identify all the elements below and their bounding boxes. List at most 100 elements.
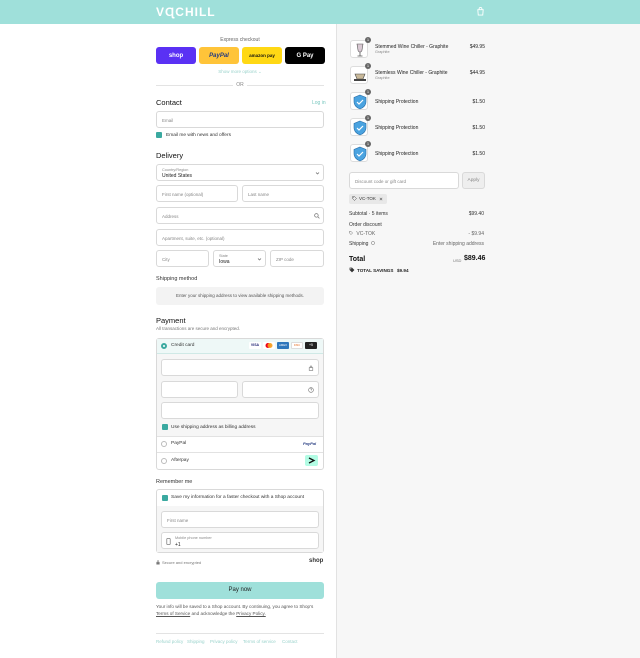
country-select[interactable]: Country/Region United States — [156, 164, 324, 181]
divider — [157, 436, 323, 437]
state-select[interactable]: State Iowa — [213, 250, 266, 267]
discount-tag-code: VC-TOK — [359, 196, 376, 201]
order-summary-panel — [336, 24, 640, 658]
quantity-badge: 1 — [365, 63, 371, 69]
order-discount-label: Order discount — [349, 222, 382, 228]
logo[interactable]: VɊCHILL — [156, 5, 216, 19]
total-savings-label: TOTAL SAVINGS — [357, 268, 394, 273]
login-link[interactable]: Log in — [312, 100, 326, 106]
discount-code-field[interactable]: Discount code or gift card — [349, 172, 459, 189]
zip-placeholder: ZIP code — [276, 257, 294, 262]
address-field[interactable]: Address — [156, 207, 324, 224]
shield-icon — [353, 94, 367, 110]
first-name-field[interactable]: First name (optional) — [156, 185, 238, 202]
email-placeholder: Email — [162, 118, 174, 123]
item-price: $1.50 — [472, 151, 485, 157]
header: VɊCHILL — [0, 0, 640, 24]
apartment-field[interactable]: Apartment, suite, etc. (optional) — [156, 229, 324, 246]
phone-label: Mobile phone number — [175, 536, 212, 540]
email-field[interactable]: Email — [156, 111, 324, 128]
item-price: $49.95 — [469, 44, 485, 50]
billing-label: Use shipping address as billing address — [171, 425, 256, 430]
payment-heading: Payment — [156, 316, 186, 325]
contact-heading: Contact — [156, 98, 182, 107]
footer-link-shipping[interactable]: Shipping — [187, 639, 205, 644]
footer-link-contact[interactable]: Contact — [282, 639, 298, 644]
subtotal-value: $99.40 — [468, 211, 484, 217]
mastercard-icon — [263, 342, 275, 349]
shipping-value: Enter shipping address — [432, 241, 484, 247]
or-divider-text: OR — [233, 82, 247, 88]
delivery-heading: Delivery — [156, 151, 184, 160]
quantity-badge: 1 — [365, 89, 371, 95]
product-thumbnail — [350, 118, 368, 136]
close-icon[interactable] — [379, 197, 383, 201]
item-variant: Graphite — [375, 50, 390, 54]
legal-text: Your info will be saved to a Shop accoun… — [156, 604, 324, 617]
help-circle-icon[interactable] — [308, 387, 314, 393]
footer-link-refund[interactable]: Refund policy — [156, 639, 183, 644]
billing-checkbox[interactable] — [162, 424, 168, 430]
credit-card-radio[interactable] — [161, 343, 167, 349]
shield-icon — [353, 120, 367, 136]
item-variant: Graphite — [375, 76, 390, 80]
news-checkbox[interactable] — [156, 132, 162, 138]
paypal-label: PayPal — [171, 441, 187, 446]
card-cvv-field[interactable] — [242, 381, 319, 398]
afterpay-label: Afterpay — [171, 458, 189, 463]
remember-first-name-field[interactable]: First name — [161, 511, 319, 528]
item-name: Shipping Protection — [375, 125, 419, 131]
last-name-field[interactable]: Last name — [242, 185, 324, 202]
paypal-logo: PayPal — [303, 441, 317, 446]
discover-icon: DISC — [291, 342, 303, 349]
google-pay-button[interactable]: G Pay — [285, 47, 325, 64]
afterpay-radio[interactable] — [161, 458, 167, 464]
first-name-placeholder: First name (optional) — [162, 192, 204, 197]
save-info-checkbox[interactable] — [162, 495, 168, 501]
chevron-down-icon — [315, 172, 320, 175]
search-icon — [314, 213, 320, 219]
discount-placeholder: Discount code or gift card — [355, 179, 407, 184]
help-circle-icon[interactable] — [371, 241, 375, 245]
product-thumbnail — [350, 66, 368, 84]
pay-now-button[interactable]: Pay now — [156, 582, 324, 599]
item-name: Shipping Protection — [375, 151, 419, 157]
city-field[interactable]: City — [156, 250, 209, 267]
card-expiry-field[interactable] — [161, 381, 238, 398]
quantity-badge: 1 — [365, 115, 371, 121]
total-savings-value: $9.94 — [397, 268, 409, 273]
name-on-card-field[interactable] — [161, 402, 319, 419]
legal-and: and acknowledge the — [191, 610, 235, 616]
phone-icon — [166, 538, 171, 545]
amex-icon: AMEX — [277, 342, 289, 349]
discount-value: - $9.94 — [468, 231, 484, 237]
shipping-row: Shipping Enter shipping address — [349, 241, 484, 247]
show-more-options-link[interactable]: Show more options ⌄ — [156, 69, 324, 75]
remember-heading: Remember me — [156, 479, 193, 485]
card-number-field[interactable] — [161, 359, 319, 376]
footer-link-privacy[interactable]: Privacy policy — [210, 639, 238, 644]
paypal-button[interactable]: PayPal — [199, 47, 239, 64]
item-price: $1.50 — [472, 99, 485, 105]
visa-icon: VISA — [249, 342, 261, 349]
shopping-bag-icon[interactable] — [476, 7, 485, 16]
afterpay-icon — [305, 455, 318, 466]
legal-body: Your info will be saved to a Shop accoun… — [156, 604, 314, 609]
country-value: United States — [162, 173, 193, 179]
amazon-pay-button[interactable]: amazon pay — [242, 47, 282, 64]
zip-field[interactable]: ZIP code — [270, 250, 324, 267]
item-price: $44.95 — [469, 70, 485, 76]
shop-pay-button[interactable]: shop — [156, 47, 196, 64]
product-thumbnail — [350, 40, 368, 58]
tag-icon — [352, 196, 357, 201]
paypal-radio[interactable] — [161, 441, 167, 447]
mobile-phone-field[interactable]: Mobile phone number +1 — [161, 532, 319, 549]
terms-of-service-link[interactable]: Terms of Service — [156, 611, 190, 616]
apply-button[interactable]: Apply — [462, 172, 485, 189]
privacy-policy-link[interactable]: Privacy Policy. — [236, 611, 266, 616]
product-thumbnail — [350, 144, 368, 162]
tag-icon — [349, 231, 353, 235]
item-name: Shipping Protection — [375, 99, 419, 105]
footer-link-terms[interactable]: Terms of service — [243, 639, 276, 644]
divider — [156, 633, 324, 634]
